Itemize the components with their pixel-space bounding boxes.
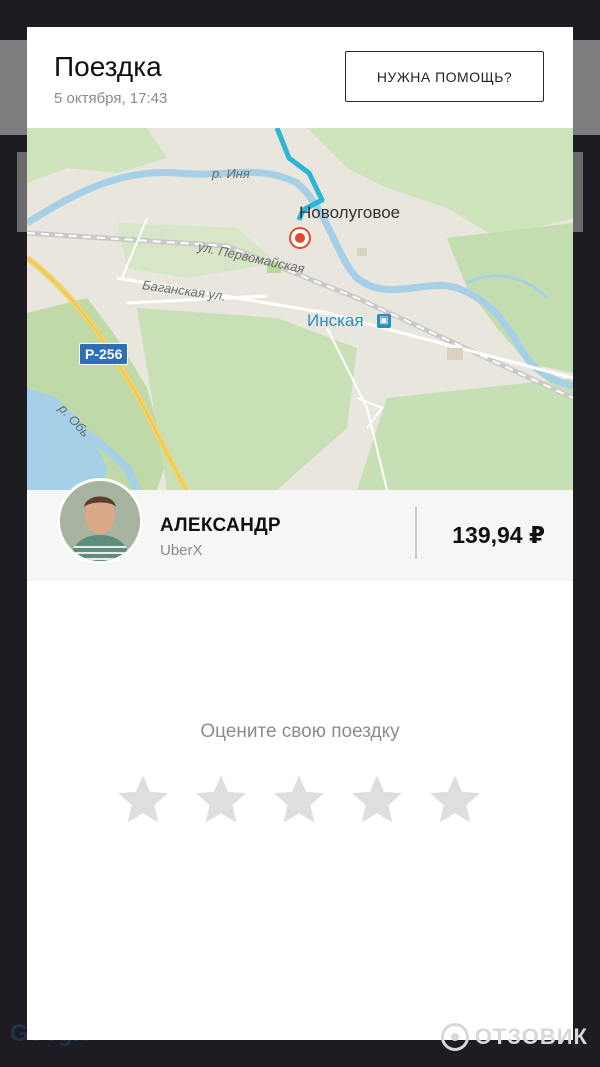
driver-photo	[60, 481, 140, 561]
map-label-river-inya: р. Иня	[212, 166, 250, 181]
trip-price: 139,94 ₽	[452, 522, 545, 548]
watermark-text: ОТЗОВИК	[474, 1024, 588, 1049]
ride-product: UberX	[160, 542, 203, 559]
star-icon[interactable]	[426, 771, 484, 829]
map-canvas	[27, 128, 573, 490]
destination-pin-icon	[289, 227, 311, 249]
otzovik-watermark: ОТЗОВИК	[440, 1023, 588, 1051]
vertical-divider	[415, 507, 417, 559]
trip-map[interactable]: р. Иня Новолуговое ул. Первомайская Бага…	[27, 128, 573, 490]
rating-prompt: Оцените свою поездку	[200, 721, 400, 742]
star-icon[interactable]	[270, 771, 328, 829]
train-station-icon: ▣	[377, 314, 391, 328]
driver-summary: АЛЕКСАНДР UberX 139,94 ₽	[27, 478, 573, 581]
page-title: Поездка	[54, 51, 162, 82]
map-label-station: Инская	[307, 311, 364, 330]
trip-date: 5 октября, 17:43	[54, 90, 168, 107]
star-icon[interactable]	[192, 771, 250, 829]
star-icon[interactable]	[114, 771, 172, 829]
road-shield-r256: Р-256	[79, 343, 129, 365]
trip-details-modal: Поездка 5 октября, 17:43 НУЖНА ПОМОЩЬ? р…	[27, 27, 573, 1040]
driver-name: АЛЕКСАНДР	[160, 515, 281, 536]
help-button[interactable]: НУЖНА ПОМОЩЬ?	[345, 51, 544, 102]
star-icon[interactable]	[348, 771, 406, 829]
modal-header: Поездка 5 октября, 17:43 НУЖНА ПОМОЩЬ?	[27, 27, 573, 128]
map-label-town: Новолуговое	[299, 203, 401, 222]
watermark-logo-icon	[440, 1023, 469, 1051]
star-rating	[114, 771, 486, 831]
driver-avatar	[57, 478, 143, 564]
